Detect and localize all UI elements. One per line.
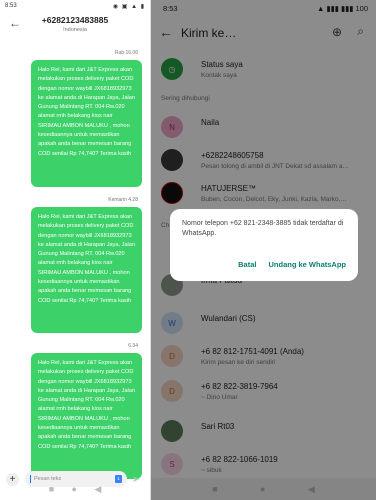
sms-app-panel: 8:53 ◉ ▣ ▲ ▮ ← +6282123483885 Indonesia … — [0, 0, 151, 500]
contact-country: Indonesia — [63, 27, 87, 33]
status-bar: 8:53 ◉ ▣ ▲ ▮ — [0, 0, 150, 12]
message-timestamp: Rab 16.06 — [114, 50, 138, 56]
status-icons: ◉ ▣ ▲ ▮ — [112, 3, 145, 10]
conversation-header: ← +6282123483885 Indonesia — [0, 12, 150, 40]
message-bubble[interactable]: Halo Rel, kami dari J&T Express akan mel… — [31, 60, 142, 187]
cancel-button[interactable]: Batal — [238, 260, 256, 269]
not-registered-dialog: Nomor telepon +62 821-2348-3885 tidak te… — [170, 209, 358, 281]
nav-bar: ■ ● ◀ — [0, 478, 150, 500]
dialog-message: Nomor telepon +62 821-2348-3885 tidak te… — [182, 220, 344, 237]
message-timestamp: 6.34 — [128, 343, 138, 349]
home-icon[interactable]: ● — [72, 484, 77, 494]
back-nav-icon[interactable]: ◀ — [94, 484, 101, 495]
recents-icon[interactable]: ■ — [49, 484, 54, 494]
invite-button[interactable]: Undang ke WhatsApp — [268, 260, 346, 269]
status-time: 8:53 — [5, 3, 17, 9]
message-bubble[interactable]: Halo Rel, kami dari J&T Express akan mel… — [31, 207, 142, 333]
message-bubble[interactable]: Halo Rel, kami dari J&T Express akan mel… — [31, 353, 142, 479]
contact-number: +6282123483885 — [41, 15, 109, 25]
message-timestamp: Kemarin 4.28 — [108, 197, 138, 203]
